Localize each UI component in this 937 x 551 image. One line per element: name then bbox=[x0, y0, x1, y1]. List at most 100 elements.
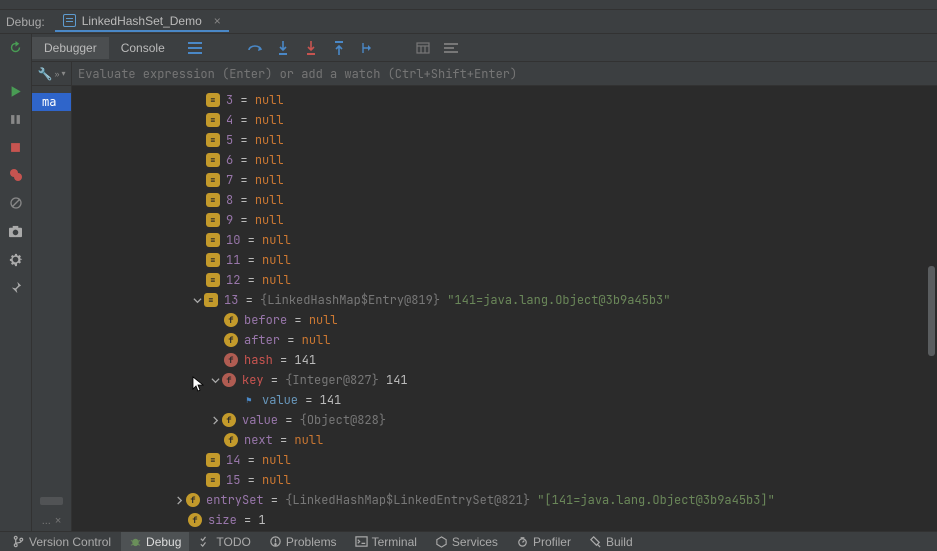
slot-13[interactable]: ≡ 13 = {LinkedHashMap$Entry@819} "141=ja… bbox=[72, 290, 937, 310]
debug-header: Debug: LinkedHashSet_Demo × bbox=[0, 10, 937, 34]
frames-panel[interactable]: ma ...× bbox=[32, 86, 72, 531]
bug-icon bbox=[129, 535, 142, 548]
slot-9[interactable]: ≡9 = null bbox=[72, 210, 937, 230]
settings-icon[interactable] bbox=[7, 250, 25, 268]
rerun-icon[interactable] bbox=[7, 38, 25, 56]
status-build[interactable]: Build bbox=[581, 532, 641, 551]
slot-3[interactable]: ≡3 = null bbox=[72, 90, 937, 110]
branch-icon bbox=[12, 535, 25, 548]
slot-8[interactable]: ≡8 = null bbox=[72, 190, 937, 210]
field-key-value[interactable]: ⚑ value = 141 bbox=[72, 390, 937, 410]
eval-left-gutter[interactable]: 🔧»▾ bbox=[32, 62, 72, 85]
run-config-tab[interactable]: LinkedHashSet_Demo × bbox=[55, 12, 229, 32]
stop-icon[interactable] bbox=[7, 138, 25, 156]
field-icon: f bbox=[222, 413, 236, 427]
field-icon: f bbox=[224, 353, 238, 367]
view-breakpoints-icon[interactable] bbox=[7, 166, 25, 184]
camera-icon[interactable] bbox=[7, 222, 25, 240]
array-slot-icon: ≡ bbox=[206, 133, 220, 147]
slot-15[interactable]: ≡ 15 = null bbox=[72, 470, 937, 490]
evaluate-input[interactable] bbox=[72, 66, 937, 82]
array-slot-icon: ≡ bbox=[206, 193, 220, 207]
run-to-cursor-icon[interactable] bbox=[359, 40, 375, 56]
close-icon[interactable]: × bbox=[214, 14, 221, 28]
debug-toolbar: Debugger Console bbox=[32, 34, 937, 62]
status-terminal[interactable]: Terminal bbox=[347, 532, 425, 551]
wrench-icon: 🔧 bbox=[38, 67, 53, 81]
slot-6[interactable]: ≡6 = null bbox=[72, 150, 937, 170]
array-slot-icon: ≡ bbox=[206, 153, 220, 167]
status-problems[interactable]: Problems bbox=[261, 532, 345, 551]
field-icon: f bbox=[222, 373, 236, 387]
evaluate-row: 🔧»▾ bbox=[32, 62, 937, 86]
tab-console[interactable]: Console bbox=[109, 37, 177, 59]
frames-scroll-thumb[interactable] bbox=[40, 497, 63, 505]
variables-scrollbar[interactable] bbox=[928, 266, 935, 356]
status-services[interactable]: Services bbox=[427, 532, 506, 551]
evaluate-expression-icon[interactable] bbox=[415, 40, 431, 56]
frames-footer: ...× bbox=[32, 511, 71, 531]
force-step-into-icon[interactable] bbox=[303, 40, 319, 56]
array-slot-icon: ≡ bbox=[206, 473, 220, 487]
field-entryset[interactable]: f entrySet = {LinkedHashMap$LinkedEntryS… bbox=[72, 490, 937, 510]
slot-7[interactable]: ≡7 = null bbox=[72, 170, 937, 190]
step-over-icon[interactable] bbox=[247, 40, 263, 56]
trace-icon[interactable] bbox=[443, 40, 459, 56]
mute-breakpoints-icon[interactable] bbox=[7, 194, 25, 212]
tab-debugger[interactable]: Debugger bbox=[32, 37, 109, 59]
field-icon: f bbox=[224, 433, 238, 447]
debug-label: Debug: bbox=[6, 15, 45, 29]
field-value[interactable]: f value = {Object@828} bbox=[72, 410, 937, 430]
slot-11[interactable]: ≡11 = null bbox=[72, 250, 937, 270]
todo-icon bbox=[199, 535, 212, 548]
status-todo[interactable]: TODO bbox=[191, 532, 258, 551]
problems-icon bbox=[269, 535, 282, 548]
chevron-down-icon[interactable] bbox=[208, 376, 222, 385]
array-slot-icon: ≡ bbox=[206, 273, 220, 287]
array-slot-icon: ≡ bbox=[204, 293, 218, 307]
run-config-icon bbox=[63, 14, 76, 27]
array-slot-icon: ≡ bbox=[206, 213, 220, 227]
build-icon bbox=[589, 535, 602, 548]
field-icon: f bbox=[186, 493, 200, 507]
field-next[interactable]: f next = null bbox=[72, 430, 937, 450]
slot-5[interactable]: ≡5 = null bbox=[72, 130, 937, 150]
step-into-icon[interactable] bbox=[275, 40, 291, 56]
chevron-right-icon[interactable] bbox=[172, 496, 186, 505]
field-icon: f bbox=[188, 513, 202, 527]
services-icon bbox=[435, 535, 448, 548]
field-key[interactable]: f key = {Integer@827} 141 bbox=[72, 370, 937, 390]
field-after[interactable]: f after = null bbox=[72, 330, 937, 350]
profiler-icon bbox=[516, 535, 529, 548]
pause-icon[interactable] bbox=[7, 110, 25, 128]
status-bar: Version Control Debug TODO Problems Term… bbox=[0, 531, 937, 551]
array-slot-icon: ≡ bbox=[206, 233, 220, 247]
step-out-icon[interactable] bbox=[331, 40, 347, 56]
array-slot-icon: ≡ bbox=[206, 173, 220, 187]
slot-14[interactable]: ≡ 14 = null bbox=[72, 450, 937, 470]
field-size[interactable]: f size = 1 bbox=[72, 510, 937, 530]
variables-panel[interactable]: ≡3 = null≡4 = null≡5 = null≡6 = null≡7 =… bbox=[72, 86, 937, 531]
slot-4[interactable]: ≡4 = null bbox=[72, 110, 937, 130]
debug-left-rail bbox=[0, 34, 32, 531]
slot-10[interactable]: ≡10 = null bbox=[72, 230, 937, 250]
status-version-control[interactable]: Version Control bbox=[4, 532, 119, 551]
chevron-down-icon[interactable] bbox=[190, 296, 204, 305]
frame-selected[interactable]: ma bbox=[32, 93, 71, 111]
resume-icon[interactable] bbox=[7, 82, 25, 100]
run-config-name: LinkedHashSet_Demo bbox=[82, 14, 202, 28]
pin-icon[interactable] bbox=[7, 278, 25, 296]
status-profiler[interactable]: Profiler bbox=[508, 532, 579, 551]
frames-close-icon[interactable]: × bbox=[55, 515, 61, 527]
field-hash[interactable]: f hash = 141 bbox=[72, 350, 937, 370]
status-debug[interactable]: Debug bbox=[121, 532, 189, 551]
terminal-icon bbox=[355, 535, 368, 548]
field-before[interactable]: f before = null bbox=[72, 310, 937, 330]
threads-icon[interactable] bbox=[187, 40, 203, 56]
flag-icon: ⚑ bbox=[242, 393, 256, 407]
slot-12[interactable]: ≡12 = null bbox=[72, 270, 937, 290]
field-icon: f bbox=[224, 313, 238, 327]
chevron-right-icon[interactable] bbox=[208, 416, 222, 425]
array-slot-icon: ≡ bbox=[206, 453, 220, 467]
array-slot-icon: ≡ bbox=[206, 253, 220, 267]
